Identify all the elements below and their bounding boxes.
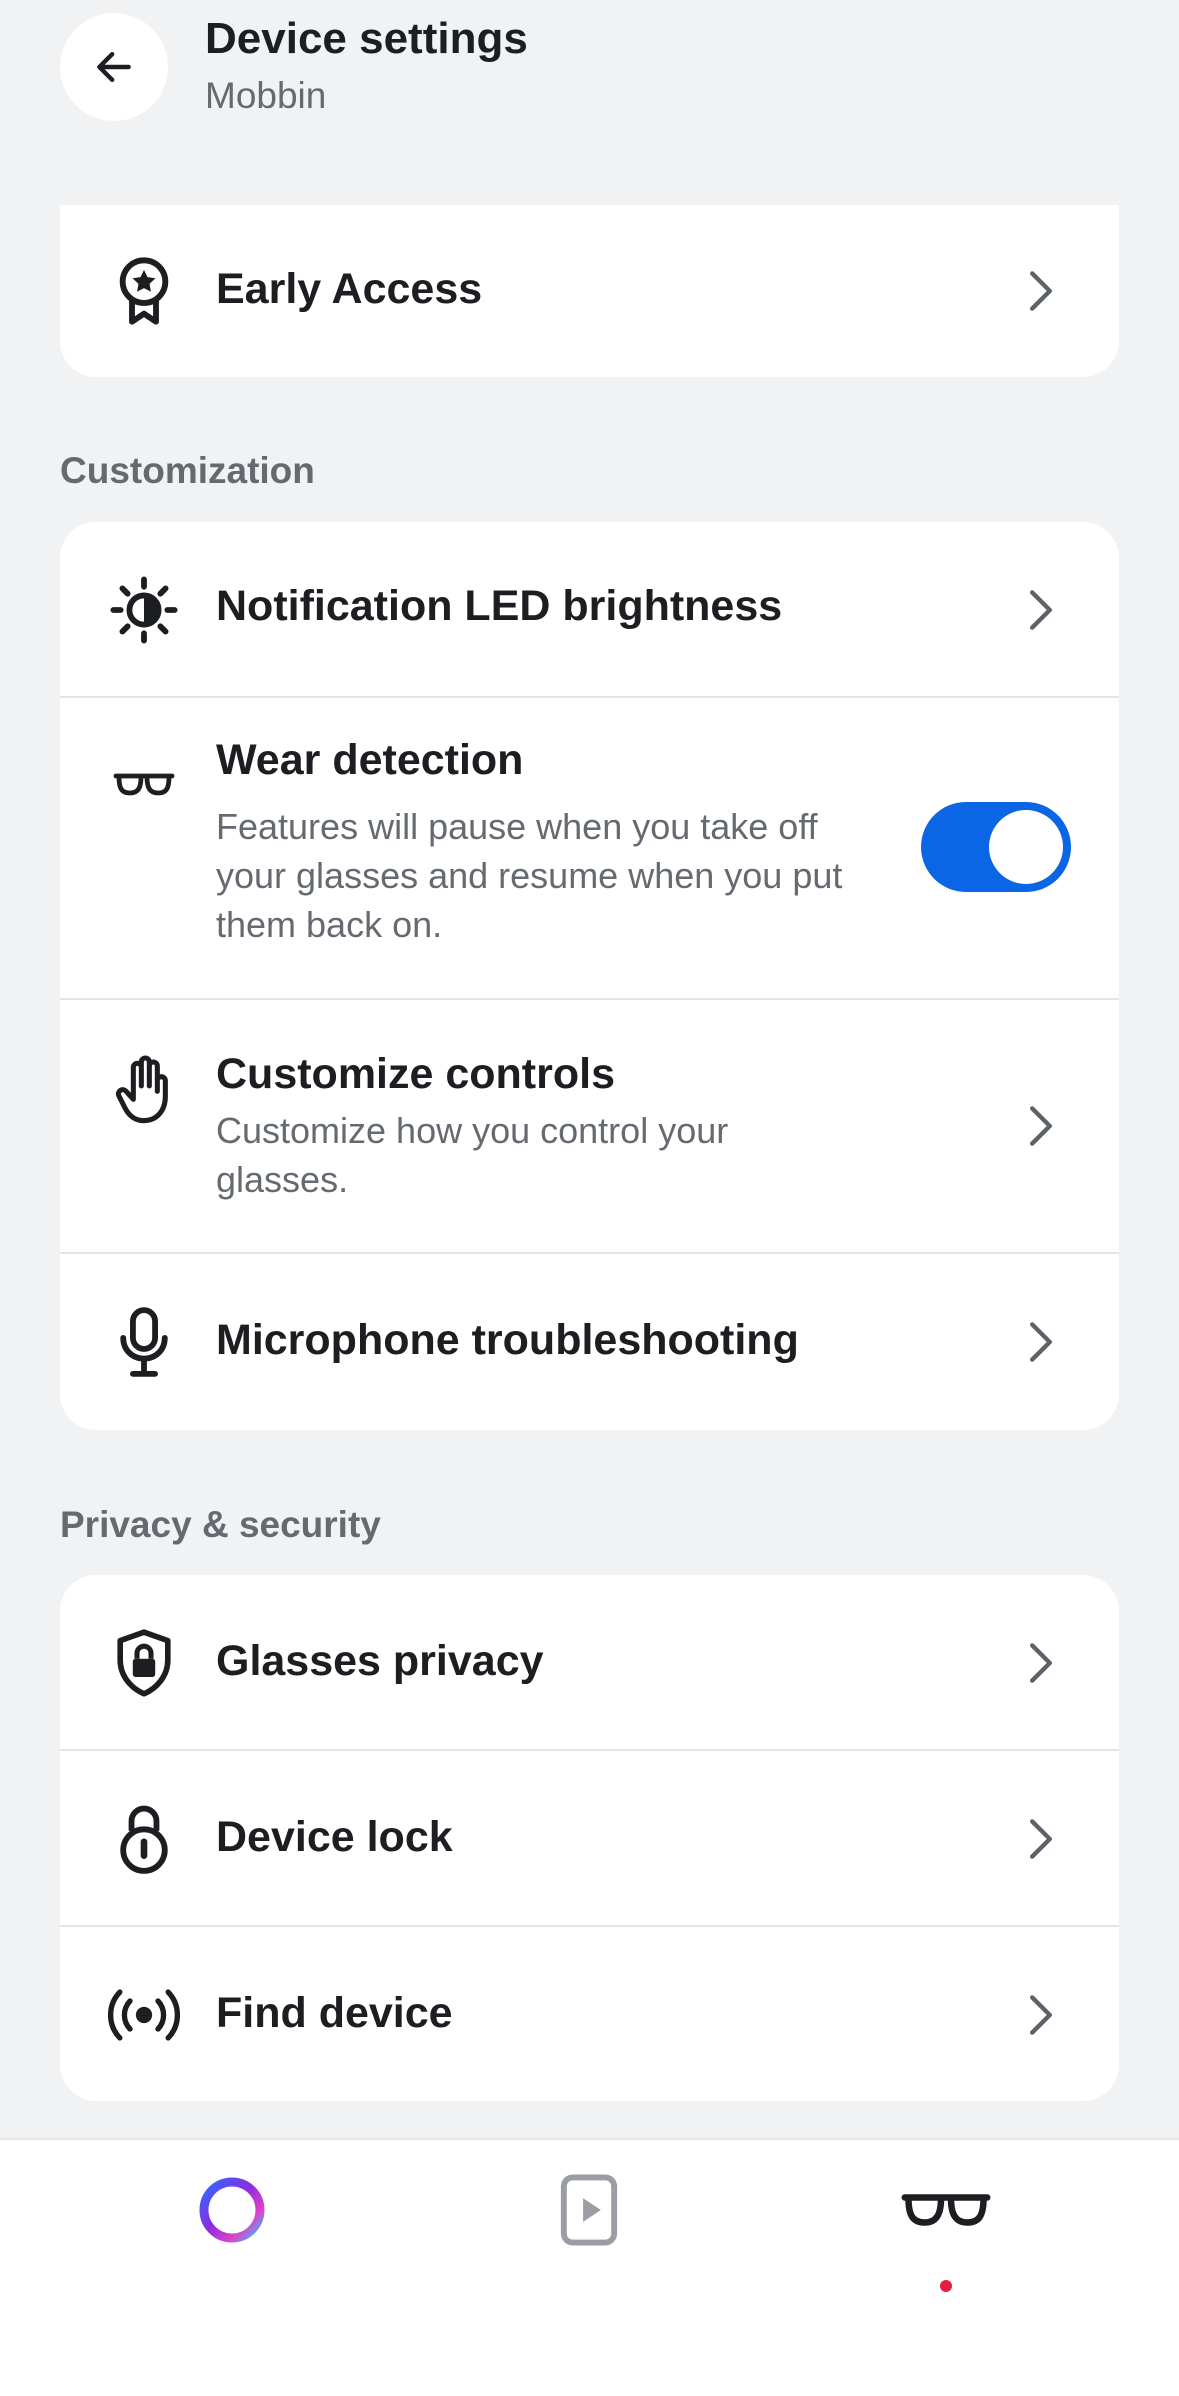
settings-row-label: Glasses privacy xyxy=(216,1637,544,1685)
settings-row-led-brightness[interactable]: Notification LED brightness xyxy=(60,522,1119,698)
bottom-nav xyxy=(0,2138,1179,2396)
settings-row-glasses-privacy[interactable]: Glasses privacy xyxy=(60,1575,1119,1751)
settings-row-label: Microphone troubleshooting xyxy=(216,1316,799,1364)
back-button[interactable] xyxy=(60,13,168,121)
chevron-right-icon xyxy=(1019,1817,1063,1861)
media-play-icon xyxy=(560,2174,618,2246)
settings-row-label: Find device xyxy=(216,1989,453,2037)
chevron-right-icon xyxy=(1019,588,1063,632)
header: Device settings Mobbin xyxy=(0,0,1179,150)
settings-row-label: Device lock xyxy=(216,1813,453,1861)
chevron-right-icon xyxy=(1019,1993,1063,2037)
glasses-icon xyxy=(901,2194,991,2226)
settings-row-customize-controls[interactable]: Customize controls Customize how you con… xyxy=(60,1000,1119,1254)
toggle-knob xyxy=(989,810,1063,884)
microphone-icon xyxy=(106,1304,182,1380)
award-ribbon-icon xyxy=(106,253,182,329)
ai-ring-icon xyxy=(199,2177,265,2243)
page-title: Device settings xyxy=(205,14,528,63)
settings-row-early-access[interactable]: Early Access xyxy=(60,205,1119,377)
chevron-right-icon xyxy=(1019,269,1063,313)
page-subtitle: Mobbin xyxy=(205,75,327,116)
nav-tab-glasses[interactable] xyxy=(846,2140,1046,2280)
shield-lock-icon xyxy=(106,1625,182,1701)
wear-detection-toggle[interactable] xyxy=(921,802,1071,892)
glasses-small-icon xyxy=(106,748,182,824)
hand-icon xyxy=(106,1052,182,1128)
privacy-card: Glasses privacy Device lock Find device xyxy=(60,1575,1119,2101)
brightness-icon xyxy=(106,572,182,648)
settings-row-description: Customize how you control your glasses. xyxy=(216,1110,729,1200)
settings-row-label: Notification LED brightness xyxy=(216,582,783,630)
settings-row-microphone[interactable]: Microphone troubleshooting xyxy=(60,1254,1119,1430)
settings-row-label: Customize controls xyxy=(216,1050,615,1098)
settings-row-find-device[interactable]: Find device xyxy=(60,1927,1119,2101)
nav-tab-ai[interactable] xyxy=(132,2140,332,2280)
customization-card: Notification LED brightness Wear detecti… xyxy=(60,522,1119,1430)
section-label-privacy: Privacy & security xyxy=(60,1504,381,1545)
chevron-right-icon xyxy=(1019,1104,1063,1148)
active-tab-indicator xyxy=(940,2280,952,2292)
early-access-card: Early Access xyxy=(60,205,1119,377)
section-label-customization: Customization xyxy=(60,450,315,491)
chevron-right-icon xyxy=(1019,1320,1063,1364)
settings-row-description: Features will pause when you take off yo… xyxy=(216,806,843,945)
arrow-left-icon xyxy=(97,51,131,83)
padlock-icon xyxy=(106,1801,182,1877)
chevron-right-icon xyxy=(1019,1641,1063,1685)
broadcast-icon xyxy=(106,1977,182,2053)
settings-row-label: Wear detection xyxy=(216,736,524,784)
settings-row-wear-detection: Wear detection Features will pause when … xyxy=(60,698,1119,1000)
nav-tab-media[interactable] xyxy=(489,2140,689,2280)
settings-row-label: Early Access xyxy=(216,265,483,313)
settings-row-device-lock[interactable]: Device lock xyxy=(60,1751,1119,1927)
